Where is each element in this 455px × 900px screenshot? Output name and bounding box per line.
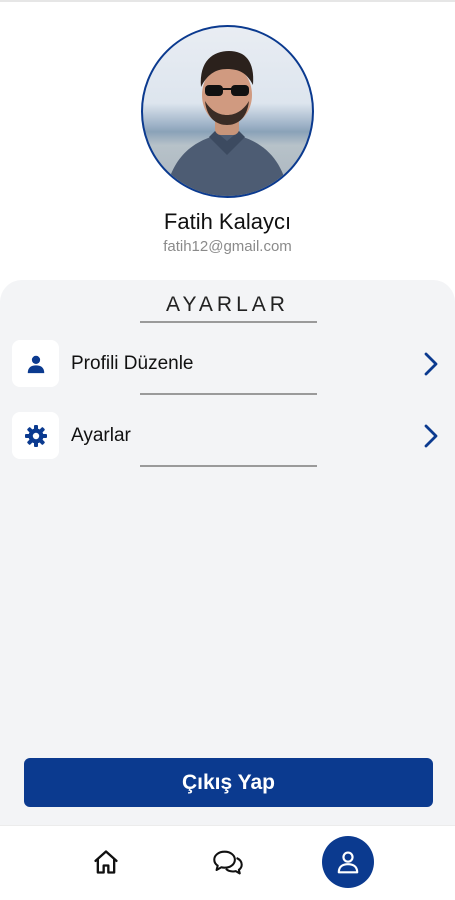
person-icon — [27, 355, 44, 373]
settings-panel: AYARLAR Profili Düzenle Ayarlar — [0, 280, 455, 825]
user-name: Fatih Kalaycı — [163, 209, 292, 234]
item-divider — [140, 465, 317, 467]
profile-screen: Fatih Kalaycı fatih12@gmail.com AYARLAR … — [0, 0, 455, 900]
top-divider — [0, 0, 455, 2]
chevron-right-icon — [424, 424, 438, 448]
bottom-nav — [0, 825, 455, 900]
menu-item-label: Profili Düzenle — [71, 353, 194, 374]
avatar-photo — [165, 51, 289, 196]
settings-title: AYARLAR — [166, 293, 289, 316]
menu-item-settings[interactable]: Ayarlar — [0, 412, 455, 462]
person-icon — [337, 851, 359, 874]
home-icon — [94, 850, 118, 874]
menu-item-edit-profile[interactable]: Profili Düzenle — [0, 340, 455, 390]
item-divider — [140, 393, 317, 395]
user-email: fatih12@gmail.com — [163, 238, 292, 255]
nav-chat-button[interactable] — [202, 836, 254, 888]
logout-button[interactable]: Çıkış Yap — [24, 758, 433, 807]
menu-item-label: Ayarlar — [71, 425, 131, 446]
nav-profile-button[interactable] — [322, 836, 374, 888]
title-divider — [140, 321, 317, 323]
chat-icon — [213, 850, 243, 875]
menu-icon-box — [12, 340, 59, 387]
gear-icon — [24, 424, 47, 447]
nav-home-button[interactable] — [80, 836, 132, 888]
avatar — [141, 25, 314, 198]
menu-icon-box — [12, 412, 59, 459]
chevron-right-icon — [424, 352, 438, 376]
